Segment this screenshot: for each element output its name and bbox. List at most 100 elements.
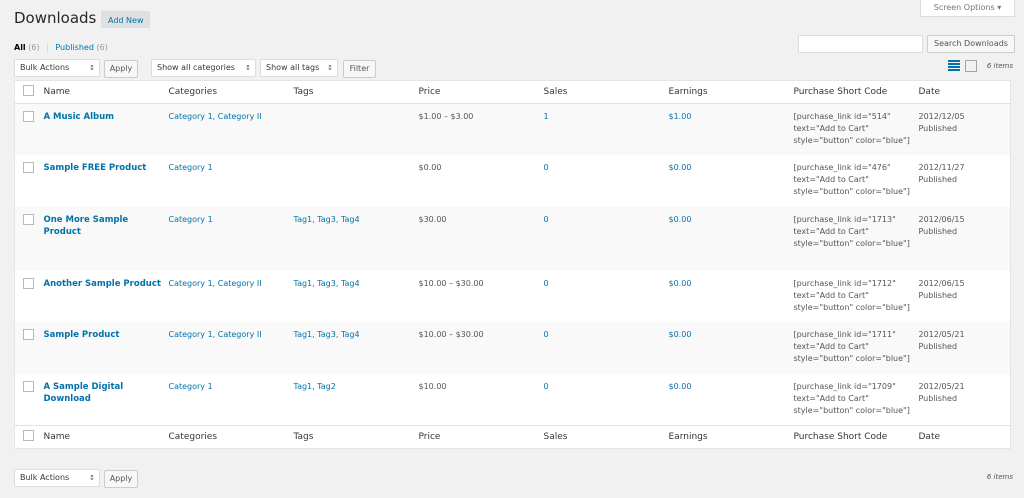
column-header: Tags [289, 424, 415, 448]
shortcode-line: style="button" color="blue"] [793, 302, 910, 312]
select-arrow-icon: ↕ [89, 474, 95, 482]
bulk-actions-select-bottom[interactable]: Bulk Actions ↕ [14, 469, 100, 487]
earnings-link[interactable]: $0.00 [669, 163, 692, 172]
download-name-link[interactable]: One More Sample [44, 214, 165, 226]
column-header: Categories [164, 80, 290, 104]
apply-button[interactable]: Apply [104, 60, 138, 78]
status-value: Published [918, 393, 958, 403]
column-header: Earnings [664, 80, 790, 104]
select-all-checkbox[interactable] [23, 429, 34, 441]
status-views: All (6) | Published (6) [14, 43, 108, 52]
categories-link[interactable]: Category 1 [169, 215, 213, 224]
earnings-link[interactable]: $0.00 [669, 215, 692, 224]
categories-select[interactable]: Show all categories ↕ [151, 59, 256, 77]
date-cell: 2012/11/27 Published [915, 155, 1011, 207]
view-all-count: (6) [28, 43, 40, 52]
download-name-link[interactable]: Sample FREE Product [44, 163, 147, 173]
column-header: Purchase Short Code [789, 424, 915, 448]
table-row: Another Sample Product Category 1, Categ… [15, 271, 1011, 323]
shortcode-cell: [purchase_link id="1711" text="Add to Car… [790, 322, 915, 374]
table-header-row: Name Categories Tags Price Sales Earning… [14, 80, 1011, 104]
categories-link[interactable]: Category 1, Category II [169, 330, 262, 339]
date-value: 2012/06/15 [918, 278, 965, 288]
date-cell: 2012/12/05 Published [915, 104, 1011, 156]
column-header[interactable]: Date [914, 424, 1011, 448]
excerpt-view-icon[interactable] [965, 60, 977, 72]
row-checkbox[interactable] [23, 277, 34, 289]
categories-link[interactable]: Category 1, Category II [169, 279, 262, 288]
price-cell: $0.00 [418, 163, 442, 172]
column-header: Sales [539, 424, 665, 448]
tags-link[interactable]: Tag1, Tag3, Tag4 [294, 279, 360, 288]
select-all-cell [14, 80, 40, 104]
add-new-button[interactable]: Add New [101, 11, 151, 28]
page-title: Downloads [14, 9, 97, 27]
tags-link[interactable]: Tag1, Tag2 [294, 382, 336, 391]
shortcode-line: style="button" color="blue"] [793, 405, 910, 415]
date-cell: 2012/05/21 Published [915, 322, 1011, 374]
column-header: Categories [164, 424, 290, 448]
tags-link[interactable]: Tag1, Tag3, Tag4 [294, 330, 360, 339]
sales-link[interactable]: 0 [544, 279, 549, 288]
shortcode-line: text="Add to Cart" [793, 342, 869, 351]
row-checkbox-cell [15, 322, 40, 374]
column-header[interactable]: Name [39, 424, 165, 448]
search-downloads-button[interactable]: Search Downloads [927, 35, 1015, 53]
earnings-link[interactable]: $0.00 [669, 279, 692, 288]
date-cell: 2012/05/21 Published [915, 374, 1011, 426]
price-cell: $10.00 – $30.00 [418, 330, 484, 339]
row-checkbox[interactable] [23, 111, 34, 122]
download-name-link[interactable]: Another Sample Product [44, 279, 161, 289]
date-value: 2012/12/05 [918, 112, 965, 121]
shortcode-cell: [purchase_link id="1713" text="Add to Car… [790, 207, 915, 271]
row-checkbox[interactable] [23, 329, 34, 340]
select-all-checkbox[interactable] [23, 85, 34, 96]
shortcode-line: [purchase_link id="1713" [793, 214, 896, 224]
download-name-link[interactable]: Download [44, 393, 165, 405]
screen-options-button[interactable]: Screen Options ▾ [920, 0, 1015, 17]
row-checkbox[interactable] [23, 380, 34, 392]
select-arrow-icon: ↕ [327, 64, 333, 72]
download-name-link[interactable]: A Music Album [44, 112, 115, 122]
status-value: Published [918, 226, 958, 236]
list-view-icon[interactable] [948, 60, 960, 72]
download-name-link[interactable]: A Sample Digital [44, 381, 165, 393]
view-published-link[interactable]: Published [55, 43, 94, 52]
filter-button[interactable]: Filter [343, 60, 376, 78]
view-all-link[interactable]: All [14, 43, 26, 52]
sales-link[interactable]: 0 [544, 215, 549, 224]
column-header[interactable]: Date [914, 80, 1011, 104]
column-header[interactable]: Name [39, 80, 165, 104]
categories-link[interactable]: Category 1, Category II [169, 112, 262, 121]
categories-value: Show all categories [157, 63, 235, 72]
sales-link[interactable]: 0 [544, 330, 549, 339]
price-cell: $1.00 – $3.00 [418, 112, 474, 121]
row-checkbox-cell [15, 207, 40, 271]
categories-link[interactable]: Category 1 [169, 163, 213, 172]
categories-link[interactable]: Category 1 [169, 382, 213, 391]
tags-select[interactable]: Show all tags ↕ [260, 59, 338, 77]
earnings-link[interactable]: $1.00 [669, 112, 692, 121]
sales-link[interactable]: 0 [544, 163, 549, 172]
download-name-link[interactable]: Product [44, 226, 165, 238]
column-header: Purchase Short Code [789, 80, 915, 104]
download-name-link[interactable]: Sample Product [44, 330, 120, 340]
shortcode-line: [purchase_link id="476" [793, 163, 891, 172]
search-input[interactable] [798, 35, 923, 53]
shortcode-line: style="button" color="blue"] [793, 136, 910, 145]
earnings-link[interactable]: $0.00 [669, 382, 692, 391]
select-arrow-icon: ↕ [89, 64, 95, 72]
row-checkbox[interactable] [23, 213, 34, 225]
tags-link[interactable]: Tag1, Tag3, Tag4 [294, 215, 360, 224]
earnings-link[interactable]: $0.00 [669, 330, 692, 339]
view-separator: | [46, 43, 49, 52]
shortcode-cell: [purchase_link id="1712" text="Add to Car… [790, 271, 915, 323]
apply-button-bottom[interactable]: Apply [104, 470, 138, 488]
downloads-table: Name Categories Tags Price Sales Earning… [14, 80, 1011, 449]
row-checkbox[interactable] [23, 162, 34, 173]
shortcode-line: text="Add to Cart" [793, 175, 869, 184]
sales-link[interactable]: 0 [544, 382, 549, 391]
sales-link[interactable]: 1 [544, 112, 549, 121]
bulk-actions-select[interactable]: Bulk Actions ↕ [14, 59, 100, 77]
shortcode-line: style="button" color="blue"] [793, 187, 910, 196]
